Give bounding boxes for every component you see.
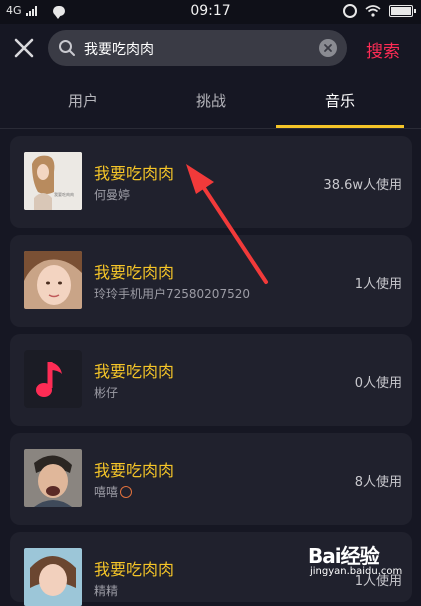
- wifi-icon: [365, 5, 381, 17]
- music-result-item[interactable]: 我要吃肉肉 玲玲手机用户72580207520 1人使用: [10, 235, 412, 327]
- avatar: [24, 449, 82, 507]
- tab-bar: 用户 挑战 音乐: [0, 84, 421, 128]
- search-input[interactable]: 我要吃肉肉: [48, 30, 347, 66]
- music-artist: 何曼婷: [94, 188, 131, 202]
- album-cover: 我要吃肉肉: [24, 152, 82, 210]
- music-title: 我要吃肉肉: [94, 560, 175, 579]
- search-icon: [59, 40, 75, 56]
- usage-count: 0人使用: [354, 376, 402, 391]
- close-icon[interactable]: [12, 36, 36, 60]
- music-artist: 彬仔: [94, 386, 119, 400]
- usage-count: 1人使用: [354, 277, 402, 292]
- music-note-icon: [24, 350, 82, 408]
- usage-count: 8人使用: [354, 475, 402, 490]
- emoji-icon: [120, 486, 133, 498]
- search-query: 我要吃肉肉: [84, 42, 154, 58]
- music-artist: 精精: [94, 584, 119, 598]
- music-artist-name: 嘻嘻: [94, 485, 119, 499]
- watermark-url: jingyan.baidu.com: [310, 566, 403, 577]
- search-button[interactable]: 搜索: [366, 37, 400, 62]
- avatar: [24, 251, 82, 309]
- battery-icon: [389, 5, 416, 17]
- music-artist: 嘻嘻: [94, 483, 133, 500]
- status-bar: 4G 09:17: [0, 0, 421, 24]
- tab-users[interactable]: 用户: [28, 90, 138, 111]
- music-result-item[interactable]: 我要吃肉肉 嘻嘻 8人使用: [10, 433, 412, 525]
- music-title: 我要吃肉肉: [94, 461, 175, 480]
- album-cover-text: 我要吃肉肉: [54, 192, 74, 197]
- clear-icon[interactable]: [319, 39, 337, 57]
- usage-count: 38.6w人使用: [323, 178, 402, 193]
- music-title: 我要吃肉肉: [94, 164, 175, 183]
- watermark: Bai经验 jingyan.baidu.com: [308, 540, 416, 584]
- watermark-brand: Bai经验: [308, 544, 380, 568]
- music-result-item[interactable]: 我要吃肉肉 彬仔 0人使用: [10, 334, 412, 426]
- avatar: [24, 548, 82, 606]
- music-title: 我要吃肉肉: [94, 362, 175, 381]
- status-right: [343, 4, 416, 18]
- tab-divider: [0, 128, 421, 129]
- music-title: 我要吃肉肉: [94, 263, 175, 282]
- alarm-icon: [343, 4, 357, 18]
- music-artist: 玲玲手机用户72580207520: [94, 287, 250, 301]
- tab-challenges[interactable]: 挑战: [156, 90, 266, 111]
- music-result-item[interactable]: 我要吃肉肉 我要吃肉肉 何曼婷 38.6w人使用: [10, 136, 412, 228]
- tab-music[interactable]: 音乐: [285, 90, 395, 111]
